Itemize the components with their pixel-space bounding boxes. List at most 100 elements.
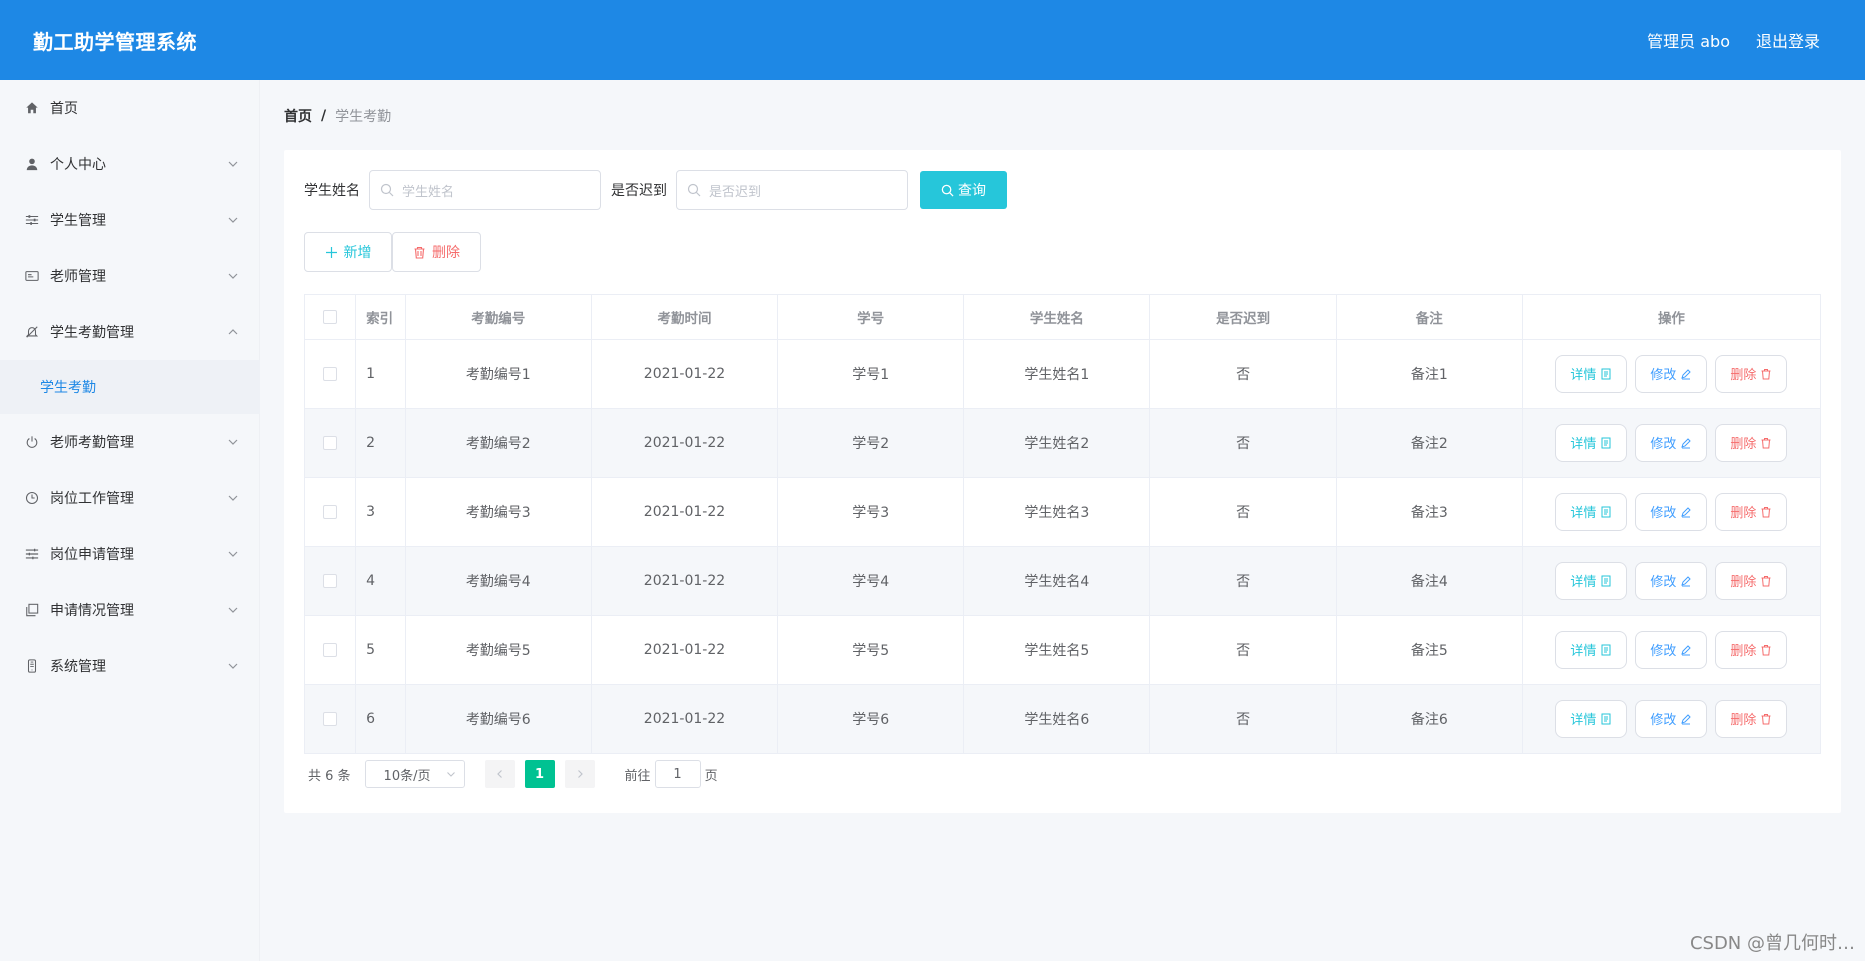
table-row: 2 考勤编号2 2021-01-22 学号2 学生姓名2 否 备注2 详情 修改… (305, 408, 1820, 478)
student-name-placeholder: 学生姓名 (402, 184, 455, 200)
sidebar-item-job-application-management[interactable]: 岗位申请管理 (0, 526, 259, 582)
sidebar-item-label: 个人中心 (50, 157, 106, 173)
sidebar-item-job-work-management[interactable]: 岗位工作管理 (0, 470, 259, 526)
cell-index: 3 (355, 477, 406, 547)
late-label: 是否迟到 (611, 183, 667, 199)
cell-code: 考勤编号4 (405, 546, 592, 616)
submenu-item-student-attendance[interactable]: 学生考勤 (0, 360, 260, 414)
row-checkbox[interactable] (323, 366, 338, 381)
delete-button[interactable]: 删除 (1715, 630, 1788, 669)
prev-page-button[interactable] (484, 760, 515, 788)
sidebar-item-label: 申请情况管理 (50, 603, 134, 619)
query-button[interactable]: 查询 (920, 171, 1007, 209)
search-icon (380, 183, 394, 197)
edit-button[interactable]: 修改 (1635, 354, 1708, 393)
chevron-up-icon (228, 329, 238, 335)
trash-icon (1761, 713, 1771, 725)
detail-button[interactable]: 详情 (1555, 561, 1628, 600)
select-all-checkbox[interactable] (323, 309, 338, 324)
delete-button[interactable]: 删除 (1715, 561, 1788, 600)
cell-late: 否 (1149, 546, 1337, 616)
sidebar-item-home[interactable]: 首页 (0, 80, 259, 136)
detail-button[interactable]: 详情 (1555, 354, 1628, 393)
logout-link[interactable]: 退出登录 (1756, 28, 1820, 52)
table-row: 6 考勤编号6 2021-01-22 学号6 学生姓名6 否 备注6 详情 修改… (305, 684, 1820, 753)
phone-icon (24, 658, 40, 674)
cell-code: 考勤编号3 (405, 477, 592, 547)
row-select-cell[interactable] (305, 408, 357, 478)
chevron-down-icon (228, 217, 238, 223)
student-name-input[interactable]: 学生姓名 (369, 170, 601, 210)
chevron-down-icon (228, 663, 238, 669)
sidebar-item-teacher-management[interactable]: 老师管理 (0, 248, 259, 304)
row-checkbox[interactable] (323, 504, 338, 519)
edit-label: 修改 (1650, 713, 1677, 729)
detail-button[interactable]: 详情 (1555, 699, 1628, 738)
detail-button[interactable]: 详情 (1555, 630, 1628, 669)
col-header-index: 索引 (355, 295, 406, 340)
edit-button[interactable]: 修改 (1635, 699, 1708, 738)
late-placeholder: 是否迟到 (709, 184, 762, 200)
cell-student-name: 学生姓名2 (963, 408, 1151, 478)
cell-time: 2021-01-22 (591, 477, 779, 547)
delete-button[interactable]: 删除 (1715, 699, 1788, 738)
cell-actions: 详情 修改 删除 (1522, 615, 1820, 685)
row-select-cell[interactable] (305, 339, 357, 409)
page-number-current[interactable]: 1 (524, 760, 555, 788)
row-select-cell[interactable] (305, 615, 357, 685)
goto-page-input[interactable]: 1 (654, 760, 701, 788)
cell-student-name: 学生姓名6 (963, 684, 1151, 753)
detail-button[interactable]: 详情 (1555, 423, 1628, 462)
edit-button[interactable]: 修改 (1635, 423, 1708, 462)
table-row: 1 考勤编号1 2021-01-22 学号1 学生姓名1 否 备注1 详情 修改… (305, 339, 1820, 409)
trash-icon (1761, 506, 1771, 517)
page-suffix: 页 (704, 768, 718, 784)
chevron-down-icon (228, 161, 238, 167)
row-checkbox[interactable] (323, 435, 338, 450)
edit-button[interactable]: 修改 (1635, 561, 1708, 600)
sidebar-item-system-management[interactable]: 系统管理 (0, 638, 259, 694)
chevron-down-icon (228, 273, 238, 279)
edit-label: 修改 (1650, 575, 1677, 590)
row-select-cell[interactable] (305, 546, 357, 616)
cell-time: 2021-01-22 (591, 408, 779, 478)
page-size-select[interactable]: 10条/页 (364, 760, 465, 788)
edit-button[interactable]: 修改 (1635, 630, 1708, 669)
watermark: CSDN @曾几何时… (1689, 933, 1855, 954)
sidebar-item-teacher-attendance-management[interactable]: 老师考勤管理 (0, 414, 259, 470)
col-header-student-id: 学号 (777, 295, 965, 340)
add-button[interactable]: 新增 (304, 232, 392, 272)
detail-label: 详情 (1570, 368, 1597, 383)
col-header-actions: 操作 (1522, 295, 1820, 340)
breadcrumb-current: 学生考勤 (335, 109, 392, 125)
detail-button[interactable]: 详情 (1555, 492, 1628, 531)
delete-button[interactable]: 删除 (1715, 423, 1788, 462)
cell-late: 否 (1149, 684, 1337, 753)
cell-index: 4 (355, 546, 406, 616)
edit-button[interactable]: 修改 (1635, 492, 1708, 531)
row-checkbox[interactable] (323, 711, 338, 726)
sidebar-item-label: 岗位工作管理 (50, 491, 134, 507)
cell-student-id: 学号6 (777, 684, 965, 753)
sidebar-item-student-management[interactable]: 学生管理 (0, 192, 259, 248)
late-input[interactable]: 是否迟到 (676, 170, 908, 210)
delete-button[interactable]: 删除 (1715, 354, 1788, 393)
search-bar: 学生姓名 学生姓名 是否迟到 是否迟到 查询 (304, 170, 1007, 210)
sidebar-item-personal-center[interactable]: 个人中心 (0, 136, 259, 192)
row-checkbox[interactable] (323, 573, 338, 588)
detail-label: 详情 (1570, 575, 1597, 590)
document-icon (1601, 644, 1611, 655)
sidebar-item-student-attendance-management[interactable]: 学生考勤管理 (0, 304, 259, 360)
next-page-button[interactable] (564, 760, 595, 788)
row-checkbox[interactable] (323, 642, 338, 657)
row-select-cell[interactable] (305, 477, 357, 547)
select-all-cell[interactable] (305, 295, 357, 340)
delete-button[interactable]: 删除 (1715, 492, 1788, 531)
batch-delete-button[interactable]: 删除 (392, 232, 481, 272)
detail-label: 详情 (1570, 713, 1597, 729)
sidebar-item-label: 学生管理 (50, 213, 106, 229)
breadcrumb-home[interactable]: 首页 (284, 106, 312, 126)
search-icon (941, 184, 954, 197)
row-select-cell[interactable] (305, 684, 357, 753)
sidebar-item-application-status-management[interactable]: 申请情况管理 (0, 582, 259, 638)
